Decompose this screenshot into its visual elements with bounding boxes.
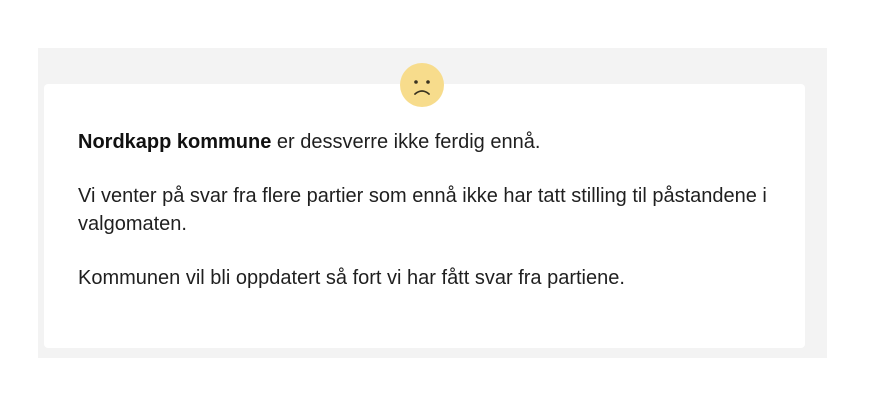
notice-container: Nordkapp kommune er dessverre ikke ferdi… bbox=[38, 48, 827, 358]
status-text: er dessverre ikke ferdig ennå. bbox=[271, 131, 541, 153]
municipality-name: Nordkapp kommune bbox=[78, 131, 272, 153]
update-paragraph: Kommunen vil bli oppdatert så fort vi ha… bbox=[78, 267, 625, 289]
sad-face-icon bbox=[400, 63, 444, 107]
notice-text: Nordkapp kommune er dessverre ikke ferdi… bbox=[78, 128, 778, 318]
notice-card: Nordkapp kommune er dessverre ikke ferdi… bbox=[44, 84, 805, 348]
status-paragraph: Nordkapp kommune er dessverre ikke ferdi… bbox=[78, 128, 778, 156]
waiting-paragraph: Vi venter på svar fra flere partier som … bbox=[78, 185, 767, 235]
